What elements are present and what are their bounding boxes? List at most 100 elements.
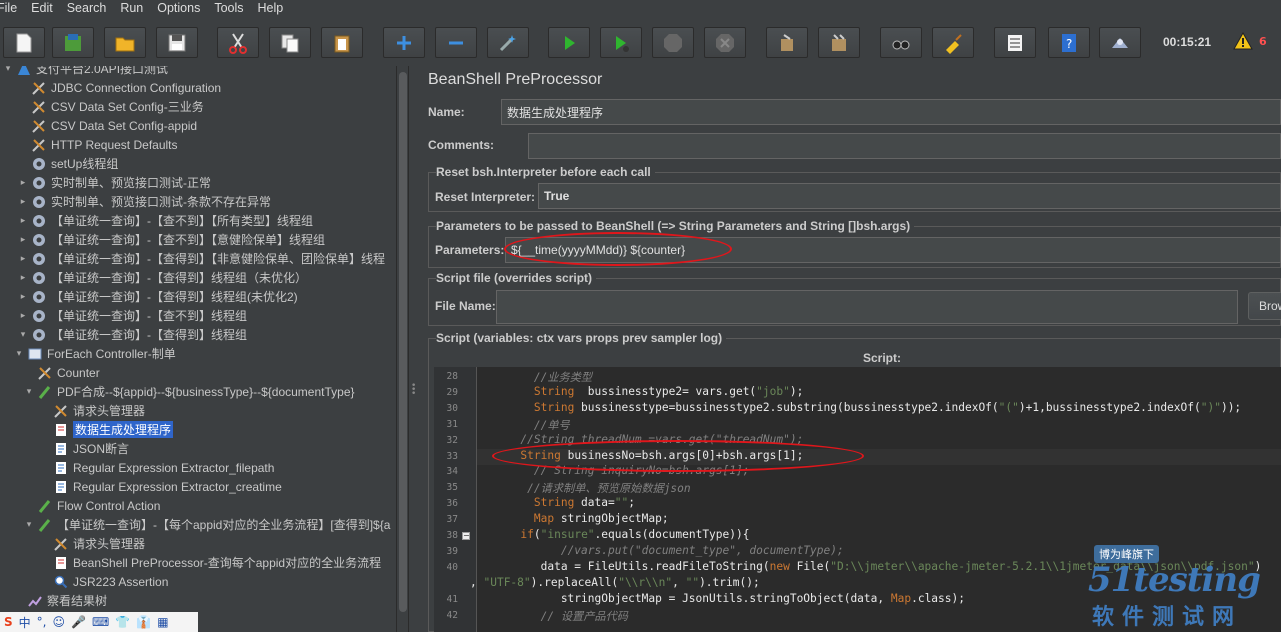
tree-node[interactable]: ▾ 【单证统一查询】-【每个appid对应的全业务流程】[查得到]${a xyxy=(24,515,391,534)
line-number: 38 xyxy=(446,530,458,541)
tree-node[interactable]: ▸ 【单证统一查询】-【查得到】线程组(未优化2) xyxy=(18,287,298,306)
reset-interpreter-select[interactable]: True xyxy=(538,183,1281,209)
tree-scrollbar[interactable] xyxy=(396,66,408,632)
ime-punctuation-icon[interactable]: °, xyxy=(37,615,47,629)
ime-shirt-icon[interactable]: 👔 xyxy=(136,615,151,629)
ime-skin-icon[interactable]: 👕 xyxy=(115,615,130,629)
tree-node[interactable]: CSV Data Set Config-appid xyxy=(18,116,197,135)
tree-node[interactable]: JSR223 Assertion xyxy=(40,572,168,591)
expanded-toggle-icon[interactable]: ▾ xyxy=(24,386,34,397)
tree-node[interactable]: CSV Data Set Config-三业务 xyxy=(18,97,204,116)
code-highlight-ellipse xyxy=(492,440,864,472)
browse-button[interactable]: Browse... xyxy=(1248,292,1281,320)
tree-node-label: 【单证统一查询】-【查不到】【所有类型】线程组 xyxy=(51,214,313,228)
menu-tools[interactable]: Tools xyxy=(214,1,243,15)
collapsed-toggle-icon[interactable]: ▸ xyxy=(18,310,28,321)
gear-icon xyxy=(30,327,48,343)
expanded-toggle-icon[interactable]: ▾ xyxy=(18,329,28,340)
expanded-toggle-icon[interactable]: ▾ xyxy=(24,519,34,530)
tree-node[interactable]: setUp线程组 xyxy=(18,154,118,173)
function-helper-button[interactable] xyxy=(994,27,1036,58)
split-pane-divider[interactable]: • • • xyxy=(408,66,418,632)
stop-button[interactable] xyxy=(652,27,694,58)
tree-node[interactable]: ▸ 【单证统一查询】-【查得到】【非意健险保单、团险保单】线程 xyxy=(18,249,385,268)
sampler-icon xyxy=(36,498,54,514)
tree-node[interactable]: Counter xyxy=(24,363,100,382)
start-no-pauses-button[interactable] xyxy=(600,27,642,58)
ime-emoji-icon[interactable]: ☺ xyxy=(53,615,66,629)
ime-chinese-mode[interactable]: 中 xyxy=(19,614,31,631)
file-name-field[interactable] xyxy=(496,290,1238,324)
help-button[interactable]: ? xyxy=(1048,27,1090,58)
config-icon xyxy=(30,80,48,96)
expand-all-button[interactable] xyxy=(383,27,425,58)
tree-node[interactable]: 请求头管理器 xyxy=(40,534,145,553)
copy-button[interactable] xyxy=(269,27,311,58)
tree-node[interactable]: BeanShell PreProcessor-查询每个appid对应的全业务流程 xyxy=(40,553,381,572)
tree-node[interactable]: ▸ 【单证统一查询】-【查得到】线程组（未优化） xyxy=(18,268,307,287)
tree-node[interactable]: ▾ 支付平台2.0API接口测试 xyxy=(3,66,168,78)
templates-button[interactable] xyxy=(52,27,94,58)
tree-node[interactable]: 数据生成处理程序 xyxy=(40,420,174,439)
expanded-toggle-icon[interactable]: ▾ xyxy=(3,66,13,74)
toggle-button[interactable] xyxy=(487,27,529,58)
line-number: 35 xyxy=(446,482,458,494)
tree-node[interactable]: ▾ 【单证统一查询】-【查得到】线程组 xyxy=(18,325,247,344)
ime-keyboard-icon[interactable]: ⌨ xyxy=(92,615,109,629)
new-button[interactable] xyxy=(3,27,45,58)
collapsed-toggle-icon[interactable]: ▸ xyxy=(18,196,28,207)
tree-node[interactable]: ▸ 【单证统一查询】-【查不到】【意健险保单】线程组 xyxy=(18,230,325,249)
comments-field[interactable] xyxy=(528,133,1281,159)
menu-search[interactable]: Search xyxy=(67,1,107,15)
clear-all-button[interactable] xyxy=(818,27,860,58)
tree-node[interactable]: Flow Control Action xyxy=(24,496,160,515)
tree-node[interactable]: ▾ ForEach Controller-制单 xyxy=(14,344,176,363)
name-field[interactable]: 数据生成处理程序 xyxy=(501,99,1281,125)
splitter-grip-icon: • • • xyxy=(411,381,417,399)
fold-toggle-icon[interactable]: − xyxy=(462,532,470,540)
broom-icon xyxy=(781,33,793,51)
collapsed-toggle-icon[interactable]: ▸ xyxy=(18,291,28,302)
ime-toolbox-icon[interactable]: ▦ xyxy=(157,615,168,629)
tree-node[interactable]: 请求头管理器 xyxy=(40,401,145,420)
warning-icon[interactable] xyxy=(1233,32,1253,50)
tree-node[interactable]: ▸ 实时制单、预览接口测试-正常 xyxy=(18,173,211,192)
ime-voice-icon[interactable]: 🎤 xyxy=(71,615,86,629)
tree-node[interactable]: JSON断言 xyxy=(40,439,129,458)
tree-node[interactable]: ▸ 【单证统一查询】-【查不到】【所有类型】线程组 xyxy=(18,211,313,230)
search-button[interactable] xyxy=(880,27,922,58)
open-button[interactable] xyxy=(104,27,146,58)
doc-icon xyxy=(52,441,70,457)
collapse-all-button[interactable] xyxy=(435,27,477,58)
cut-button[interactable] xyxy=(217,27,259,58)
menu-run[interactable]: Run xyxy=(120,1,143,15)
start-button[interactable] xyxy=(548,27,590,58)
tree-node[interactable]: ▸ 实时制单、预览接口测试-条款不存在异常 xyxy=(18,192,271,211)
collapsed-toggle-icon[interactable]: ▸ xyxy=(18,234,28,245)
collapsed-toggle-icon[interactable]: ▸ xyxy=(18,177,28,188)
menu-options[interactable]: Options xyxy=(157,1,200,15)
tree-node[interactable]: Regular Expression Extractor_filepath xyxy=(40,458,274,477)
remote-button[interactable] xyxy=(1099,27,1141,58)
parameters-highlight-ellipse xyxy=(504,232,732,266)
save-button[interactable] xyxy=(156,27,198,58)
tree-node[interactable]: ▾ PDF合成--${appid}--${businessType}--${doc… xyxy=(24,382,355,401)
expanded-toggle-icon[interactable]: ▾ xyxy=(14,348,24,359)
collapsed-toggle-icon[interactable]: ▸ xyxy=(18,253,28,264)
menu-file[interactable]: File xyxy=(0,1,17,15)
menu-edit[interactable]: Edit xyxy=(31,1,53,15)
collapsed-toggle-icon[interactable]: ▸ xyxy=(18,272,28,283)
shutdown-button[interactable] xyxy=(704,27,746,58)
collapsed-toggle-icon[interactable]: ▸ xyxy=(18,215,28,226)
reset-search-button[interactable] xyxy=(932,27,974,58)
tree-node[interactable]: Regular Expression Extractor_creatime xyxy=(40,477,282,496)
ime-logo-icon[interactable]: S xyxy=(4,615,13,629)
menu-help[interactable]: Help xyxy=(258,1,284,15)
paste-button[interactable] xyxy=(321,27,363,58)
tree-node[interactable]: JDBC Connection Configuration xyxy=(18,78,221,97)
tree-node[interactable]: HTTP Request Defaults xyxy=(18,135,178,154)
tree-node[interactable]: ▸ 【单证统一查询】-【查不到】线程组 xyxy=(18,306,247,325)
clear-button[interactable] xyxy=(766,27,808,58)
tree-node[interactable]: 察看结果树 xyxy=(14,591,107,610)
tree-scrollbar-thumb[interactable] xyxy=(399,72,407,612)
